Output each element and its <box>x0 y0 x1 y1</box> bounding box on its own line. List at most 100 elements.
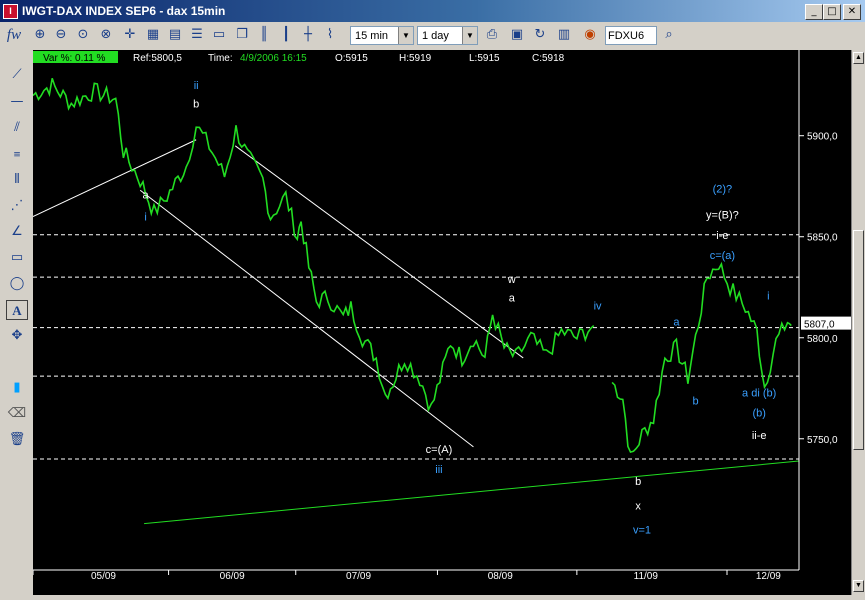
zoom-fit-icon[interactable]: ⊙ <box>73 25 93 45</box>
toolbar: fw ⊕ ⊖ ⊙ ⊗ ✛ ▦ ▤ ☰ ▭ ❐ ║ ┃ ┼ ⌇ 15 min ▼ … <box>0 22 865 51</box>
x-tick-label: 11/09 <box>634 571 659 582</box>
time-readout: 4/9/2006 16:15 <box>240 53 307 64</box>
zoom-out-icon[interactable]: ⊖ <box>51 25 71 45</box>
line-chart-icon[interactable]: ⌇ <box>320 25 340 45</box>
search-icon[interactable]: ⌕ <box>659 25 679 45</box>
y-tick-label: 5800,0 <box>807 334 838 345</box>
angle-icon[interactable]: ∠ <box>6 222 28 242</box>
wave-label: ii-e <box>752 430 767 442</box>
fan-icon[interactable]: ⋰ <box>6 196 28 216</box>
wave-label: b <box>193 98 199 110</box>
candlestick-icon[interactable]: ┃ <box>276 25 296 45</box>
scrollbar-thumb[interactable] <box>853 230 864 450</box>
color-picker-icon[interactable]: ▮ <box>6 378 28 398</box>
wave-label: a <box>509 292 516 304</box>
wave-label: ii <box>194 80 199 92</box>
zoom-range-icon[interactable]: ⊗ <box>96 25 116 45</box>
wave-label: c=(A) <box>426 444 453 456</box>
trendline-icon[interactable]: ⟋ <box>6 65 28 85</box>
interval-select[interactable]: 15 min ▼ <box>350 26 414 45</box>
grid-icon[interactable]: ▦ <box>143 25 163 45</box>
title-bar: I IWGT-DAX INDEX SEP6 - dax 15min _ □ ✕ <box>0 0 865 22</box>
span-value: 1 day <box>422 30 449 42</box>
wave-label: x <box>635 500 641 512</box>
zoom-in-icon[interactable]: ⊕ <box>30 25 50 45</box>
bar-chart-icon[interactable]: ║ <box>254 25 274 45</box>
list-icon[interactable]: ☰ <box>187 25 207 45</box>
time-label: Time: <box>208 53 233 64</box>
wave-label: iv <box>594 300 602 312</box>
ohlc-icon[interactable]: ┼ <box>298 25 318 45</box>
fw-logo[interactable]: fw <box>4 25 24 45</box>
app-icon: I <box>3 4 18 19</box>
crosshair-icon[interactable]: ✛ <box>120 25 140 45</box>
refresh-icon[interactable]: ↻ <box>530 25 550 45</box>
symbol-field[interactable]: FDXU6 <box>605 26 657 45</box>
chart-canvas[interactable]: Var %: 0.11 % Ref:5800,5 Time: 4/9/2006 … <box>32 50 851 595</box>
save-icon[interactable]: ▣ <box>507 25 527 45</box>
vertical-lines-icon[interactable]: ⦀ <box>6 170 28 190</box>
x-tick-label: 07/09 <box>346 571 371 582</box>
maximize-button[interactable]: □ <box>823 4 841 20</box>
text-tool-icon[interactable]: A <box>6 300 28 320</box>
eraser-icon[interactable]: ⌫ <box>6 404 28 424</box>
scroll-up-icon[interactable]: ▲ <box>853 52 864 64</box>
close-readout: C:5918 <box>532 53 565 64</box>
wave-label: iii <box>435 464 442 476</box>
wave-label: v=1 <box>633 525 651 537</box>
globe-icon[interactable]: ◉ <box>580 25 600 45</box>
ref-readout: Ref:5800,5 <box>133 53 182 64</box>
x-tick-label: 06/09 <box>220 571 245 582</box>
copy-icon[interactable]: ❐ <box>232 25 252 45</box>
span-select[interactable]: 1 day ▼ <box>417 26 478 45</box>
chart-background <box>33 50 851 595</box>
scroll-down-icon[interactable]: ▼ <box>853 580 864 592</box>
y-tick-label: 5900,0 <box>807 132 838 143</box>
wave-label: i <box>144 212 146 224</box>
var-readout: Var %: 0.11 % <box>43 53 106 64</box>
wave-label: c=(a) <box>710 250 735 262</box>
wave-label: i-e <box>716 230 728 242</box>
open-readout: O:5915 <box>335 53 368 64</box>
vertical-scrollbar[interactable]: ▲ ▼ <box>851 50 865 595</box>
price-chart[interactable]: Var %: 0.11 % Ref:5800,5 Time: 4/9/2006 … <box>32 50 851 595</box>
wave-label: a <box>143 189 150 201</box>
wave-label: i <box>767 290 769 302</box>
wave-label: (b) <box>752 408 765 420</box>
move-icon[interactable]: ✥ <box>6 326 28 346</box>
rectangle-icon[interactable]: ▭ <box>6 248 28 268</box>
table-icon[interactable]: ▤ <box>165 25 185 45</box>
document-icon[interactable]: ▭ <box>209 25 229 45</box>
close-button[interactable]: ✕ <box>843 4 861 20</box>
y-tick-label: 5750,0 <box>807 435 838 446</box>
drawing-tools-sidebar: ⟋ — ⫽ ≡ ⦀ ⋰ ∠ ▭ ◯ A ✥ ▮ ⌫ 🗑 <box>0 50 34 598</box>
ellipse-icon[interactable]: ◯ <box>6 274 28 294</box>
channel-icon[interactable]: ⫽ <box>6 118 28 138</box>
chevron-down-icon[interactable]: ▼ <box>398 27 413 44</box>
wave-label: w <box>507 274 516 286</box>
current-price-label: 5807,0 <box>804 320 835 331</box>
x-tick-label: 12/09 <box>756 571 781 582</box>
low-readout: L:5915 <box>469 53 500 64</box>
trash-icon[interactable]: 🗑 <box>6 430 28 450</box>
minimize-button[interactable]: _ <box>805 4 823 20</box>
horizontal-line-icon[interactable]: — <box>6 92 28 112</box>
y-tick-label: 5850,0 <box>807 233 838 244</box>
symbol-value: FDXU6 <box>608 30 645 42</box>
window-title: IWGT-DAX INDEX SEP6 - dax 15min <box>22 4 226 18</box>
print-icon[interactable]: ⎙ <box>482 25 502 45</box>
wave-label: (2)? <box>713 183 733 195</box>
x-tick-label: 08/09 <box>488 571 513 582</box>
interval-value: 15 min <box>355 30 389 42</box>
calendar-icon[interactable]: ▥ <box>554 25 574 45</box>
info-bar: Var %: 0.11 % Ref:5800,5 Time: 4/9/2006 … <box>33 51 565 64</box>
wave-label: a <box>673 317 680 329</box>
high-readout: H:5919 <box>399 53 432 64</box>
chevron-down-icon[interactable]: ▼ <box>462 27 477 44</box>
fibonacci-icon[interactable]: ≡ <box>6 145 28 165</box>
x-tick-label: 05/09 <box>91 571 116 582</box>
wave-label: y=(B)? <box>706 210 739 222</box>
wave-label: b <box>693 395 699 407</box>
wave-label: b <box>635 476 641 488</box>
wave-label: a di (b) <box>742 387 776 399</box>
